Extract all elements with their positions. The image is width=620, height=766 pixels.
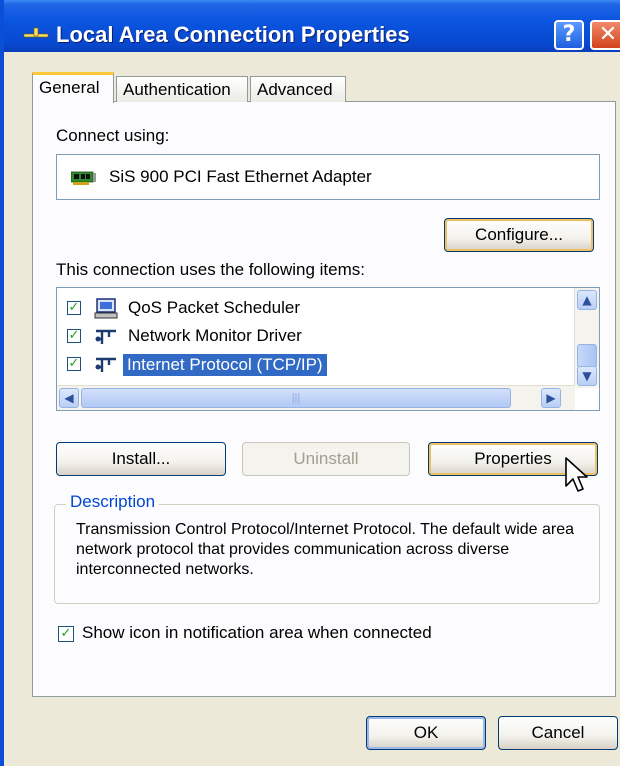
item-label: QoS Packet Scheduler: [128, 298, 300, 317]
title-bar[interactable]: Local Area Connection Properties ? ✕: [4, 0, 620, 52]
list-item[interactable]: ✓ Internet Protocol (TCP/IP): [57, 350, 567, 378]
tab-general[interactable]: General: [32, 72, 114, 103]
item-checkbox[interactable]: ✓: [67, 329, 81, 343]
horizontal-scrollbar[interactable]: ◀ ||| ▶: [57, 385, 575, 410]
notify-checkbox[interactable]: ✓: [58, 626, 74, 642]
items-label: This connection uses the following items…: [56, 260, 365, 279]
network-card-icon: [70, 170, 97, 191]
configure-button[interactable]: Configure...: [444, 218, 594, 252]
vertical-scrollbar[interactable]: ▲ ▼: [574, 288, 599, 388]
item-label: Network Monitor Driver: [128, 326, 302, 345]
help-button[interactable]: ?: [554, 20, 584, 50]
notify-label: Show icon in notification area when conn…: [82, 623, 432, 642]
close-button[interactable]: ✕: [590, 20, 620, 50]
cancel-button[interactable]: Cancel: [498, 716, 618, 750]
description-title: Description: [66, 492, 160, 512]
connect-using-label: Connect using:: [56, 126, 170, 145]
scroll-right-icon[interactable]: ▶: [541, 388, 561, 408]
mouse-pointer-icon: [564, 456, 590, 501]
list-item[interactable]: ✓ Network Monitor Driver: [57, 322, 567, 350]
computer-icon: [93, 298, 119, 325]
item-checkbox[interactable]: ✓: [67, 357, 81, 371]
scroll-left-icon[interactable]: ◀: [59, 388, 79, 408]
network-protocol-icon: [93, 326, 119, 353]
scroll-up-icon[interactable]: ▲: [577, 290, 597, 310]
install-button[interactable]: Install...: [56, 442, 226, 476]
vertical-scroll-thumb[interactable]: [577, 344, 597, 368]
components-list[interactable]: ✓ QoS Packet Scheduler ✓ Network Monitor…: [56, 287, 600, 411]
network-connection-icon: [22, 26, 50, 47]
window-title: Local Area Connection Properties: [56, 22, 410, 47]
tab-advanced[interactable]: Advanced: [250, 76, 346, 102]
adapter-name: SiS 900 PCI Fast Ethernet Adapter: [109, 167, 372, 186]
uninstall-button[interactable]: Uninstall: [242, 442, 410, 476]
item-label-selected: Internet Protocol (TCP/IP): [123, 354, 327, 376]
item-checkbox[interactable]: ✓: [67, 301, 81, 315]
dialog-window: Local Area Connection Properties ? ✕ Gen…: [0, 0, 620, 766]
list-item[interactable]: ✓ QoS Packet Scheduler: [57, 294, 567, 322]
network-protocol-icon: [93, 354, 119, 381]
description-text: Transmission Control Protocol/Internet P…: [76, 521, 575, 578]
tab-authentication[interactable]: Authentication: [116, 76, 248, 102]
scroll-down-icon[interactable]: ▼: [577, 366, 597, 386]
ok-button[interactable]: OK: [366, 716, 486, 750]
adapter-field: SiS 900 PCI Fast Ethernet Adapter: [56, 154, 600, 200]
horizontal-scroll-thumb[interactable]: |||: [81, 388, 511, 408]
